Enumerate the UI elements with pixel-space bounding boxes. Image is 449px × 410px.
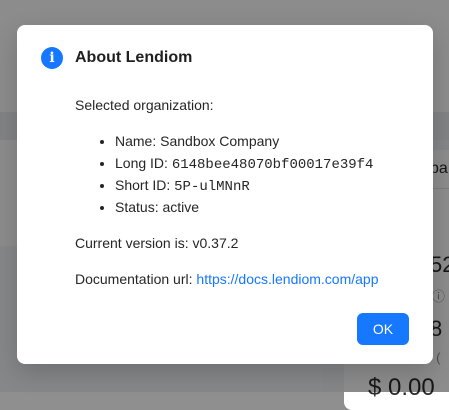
detail-value: 5P-ulMNnR: [174, 179, 250, 195]
ok-button[interactable]: OK: [357, 313, 409, 345]
organization-details-list: Name: Sandbox Company Long ID: 6148bee48…: [75, 130, 415, 218]
detail-status: Status: active: [115, 196, 415, 218]
detail-value: 6148bee48070bf00017e39f4: [171, 157, 374, 173]
about-dialog: i About Lendiom Selected organization: N…: [17, 25, 433, 364]
detail-label: Long ID:: [115, 155, 172, 171]
detail-label: Name:: [115, 133, 161, 149]
detail-value: Sandbox Company: [160, 133, 280, 149]
detail-name: Name: Sandbox Company: [115, 130, 415, 152]
info-icon: i: [41, 47, 63, 69]
documentation-label: Documentation url:: [75, 271, 197, 287]
documentation-link[interactable]: https://docs.lendiom.com/app: [196, 271, 378, 287]
detail-label: Status:: [115, 199, 163, 215]
current-version-text: Current version is: v0.37.2: [75, 235, 239, 251]
dialog-title: About Lendiom: [75, 49, 193, 66]
detail-label: Short ID:: [115, 177, 175, 193]
dialog-header: i About Lendiom: [41, 47, 192, 69]
selected-organization-label: Selected organization:: [75, 97, 214, 113]
detail-value: active: [162, 199, 200, 215]
detail-short-id: Short ID: 5P-ulMNnR: [115, 174, 415, 196]
detail-long-id: Long ID: 6148bee48070bf00017e39f4: [115, 152, 415, 174]
dialog-body: Selected organization: Name: Sandbox Com…: [75, 94, 415, 290]
documentation-line: Documentation url: https://docs.lendiom.…: [75, 268, 415, 290]
